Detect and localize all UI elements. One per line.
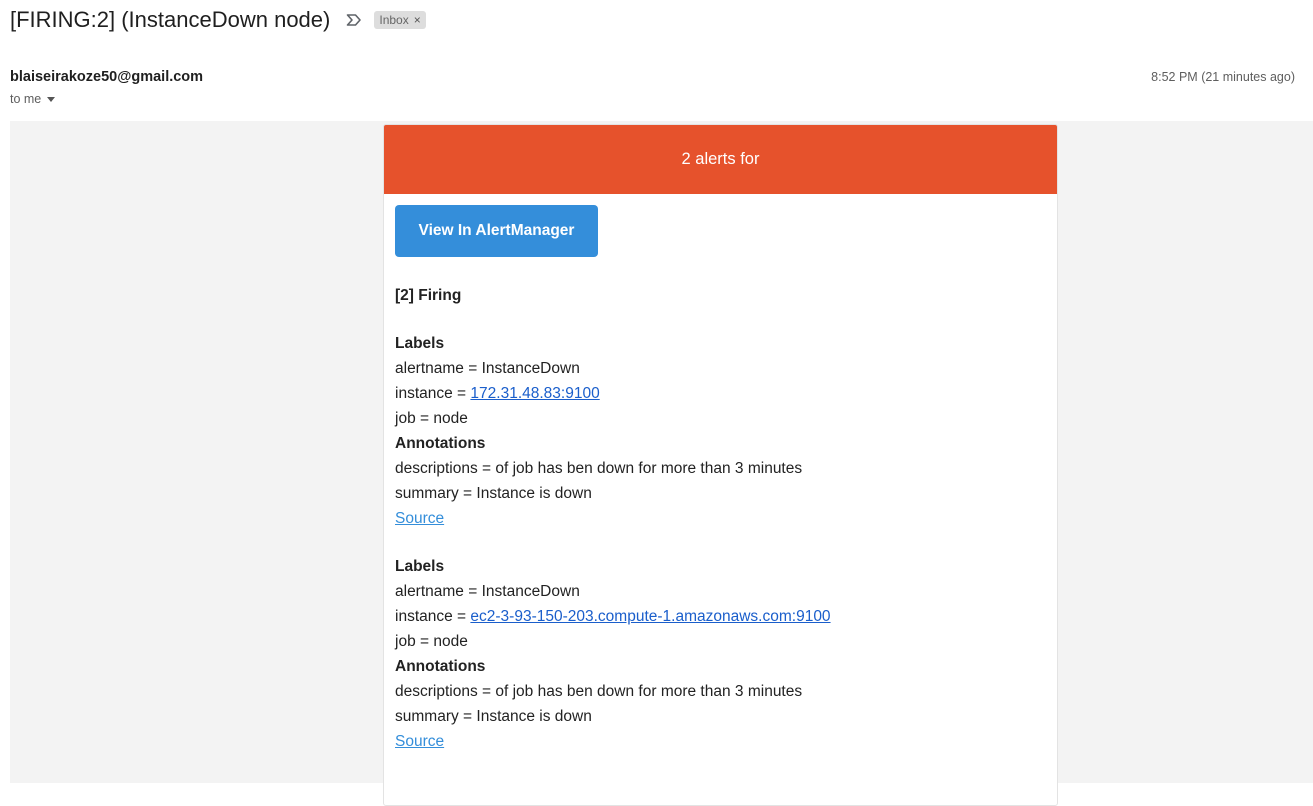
inbox-label-text: Inbox: [379, 13, 409, 27]
annotations-heading: Annotations: [395, 435, 486, 452]
recipient-details-toggle[interactable]: to me: [10, 92, 56, 106]
source-link[interactable]: Source: [395, 510, 444, 527]
annotations-heading: Annotations: [395, 658, 486, 675]
alert-card-header: 2 alerts for: [384, 125, 1057, 194]
instance-prefix: instance =: [395, 385, 471, 402]
alertname-label: alertname = InstanceDown: [395, 583, 580, 600]
label-important-icon[interactable]: [346, 11, 364, 29]
inbox-label-chip[interactable]: Inbox ×: [374, 11, 426, 29]
alertname-label: alertname = InstanceDown: [395, 360, 580, 377]
email-timestamp: 8:52 PM (21 minutes ago): [1151, 70, 1295, 84]
recipient-label: to me: [10, 92, 42, 106]
alert-block-2: Labels alertname = InstanceDown instance…: [395, 554, 1046, 754]
firing-title: [2] Firing: [395, 287, 462, 304]
summary-annotation: summary = Instance is down: [395, 485, 592, 502]
remove-label-icon[interactable]: ×: [414, 13, 421, 27]
email-subject: [FIRING:2] (InstanceDown node): [10, 7, 331, 32]
sender-email[interactable]: blaiseirakoze50@gmail.com: [10, 69, 203, 85]
job-label: job = node: [395, 410, 468, 427]
job-label: job = node: [395, 633, 468, 650]
alert-block-1: Labels alertname = InstanceDown instance…: [395, 331, 1046, 531]
caret-down-icon[interactable]: [47, 97, 56, 102]
source-row: Source: [395, 506, 1046, 531]
alert-card: 2 alerts for View In AlertManager [2] Fi…: [383, 124, 1058, 806]
instance-prefix: instance =: [395, 608, 471, 625]
view-in-alertmanager-button[interactable]: View In AlertManager: [395, 205, 598, 257]
source-link[interactable]: Source: [395, 733, 444, 750]
source-row: Source: [395, 729, 1046, 754]
instance-label: instance = 172.31.48.83:9100: [395, 381, 1046, 406]
instance-label: instance = ec2-3-93-150-203.compute-1.am…: [395, 604, 1046, 629]
email-subject-row: [FIRING:2] (InstanceDown node) Inbox ×: [10, 5, 426, 35]
labels-heading: Labels: [395, 335, 445, 352]
descriptions-annotation: descriptions = of job has ben down for m…: [395, 683, 803, 700]
instance-link[interactable]: 172.31.48.83:9100: [470, 385, 599, 402]
labels-heading: Labels: [395, 558, 445, 575]
instance-link[interactable]: ec2-3-93-150-203.compute-1.amazonaws.com…: [470, 608, 830, 625]
alert-card-body: View In AlertManager [2] Firing Labels a…: [384, 194, 1057, 754]
descriptions-annotation: descriptions = of job has ben down for m…: [395, 460, 803, 477]
summary-annotation: summary = Instance is down: [395, 708, 592, 725]
